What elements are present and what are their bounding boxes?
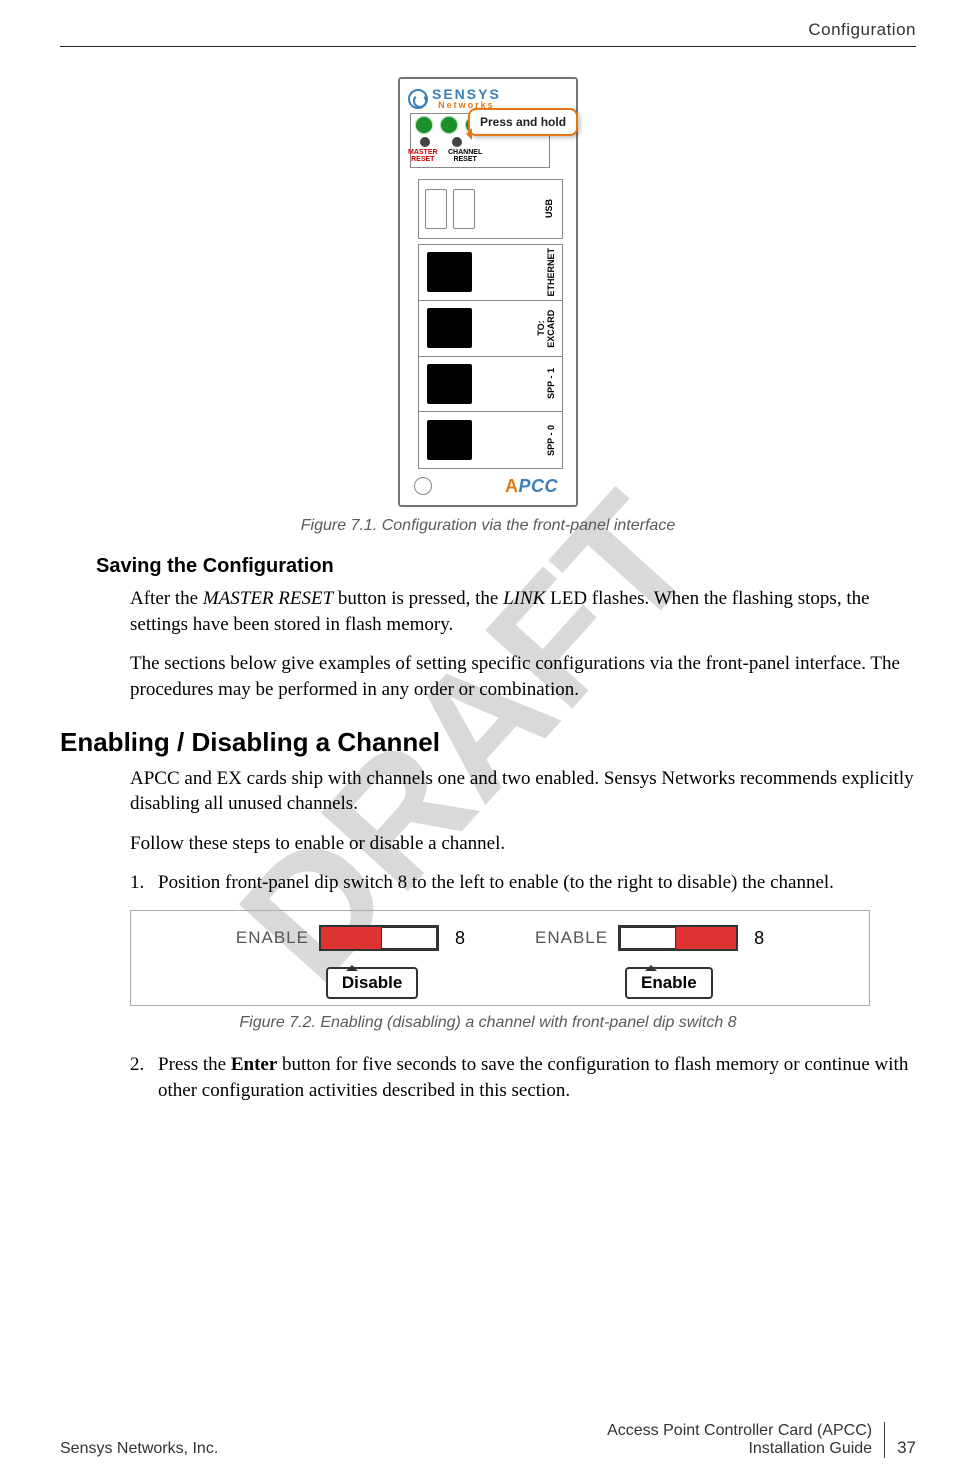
label-channel-reset: CHANNELRESET <box>448 149 482 163</box>
figure-7-2: ENABLE 8 Disable ENABLE 8 Enable <box>130 910 870 1006</box>
disable-tag: Disable <box>326 967 418 999</box>
figure-7-2-caption: Figure 7.2. Enabling (disabling) a chann… <box>60 1014 916 1032</box>
spp1-port[interactable] <box>427 364 472 404</box>
enable-label: ENABLE <box>535 928 608 948</box>
usb-label: USB <box>544 199 554 218</box>
figure-7-1-caption: Figure 7.1. Configuration via the front-… <box>60 517 916 535</box>
excard-port[interactable] <box>427 308 472 348</box>
paragraph: Follow these steps to enable or disable … <box>130 831 916 857</box>
spp0-label: SPP - 0 <box>546 425 556 456</box>
logo-text-line1: SENSYS <box>432 87 501 101</box>
footer-doc-subtitle: Installation Guide <box>607 1440 872 1458</box>
excard-label: TO: EXCARD <box>536 301 556 356</box>
apcc-logo: APCC <box>505 476 558 497</box>
footer-company: Sensys Networks, Inc. <box>60 1440 218 1458</box>
ethernet-port[interactable] <box>427 252 472 292</box>
sensys-logo-icon <box>408 89 428 109</box>
dip-switch-enable[interactable] <box>618 925 738 951</box>
step-1: 1. Position front-panel dip switch 8 to … <box>130 870 916 896</box>
ethernet-label: ETHERNET <box>546 248 556 297</box>
device-front-panel: SENSYS Networks MASTERRESET <box>398 77 578 507</box>
spp1-label: SPP - 1 <box>546 368 556 399</box>
figure-7-1: SENSYS Networks MASTERRESET <box>60 77 916 535</box>
header-section: Configuration <box>60 20 916 46</box>
switch-number: 8 <box>455 928 465 949</box>
switch-number: 8 <box>754 928 764 949</box>
led-indicator <box>416 117 432 133</box>
spp0-port[interactable] <box>427 420 472 460</box>
press-and-hold-callout: Press and hold <box>468 108 578 136</box>
enable-tag: Enable <box>625 967 713 999</box>
page-footer: Sensys Networks, Inc. Access Point Contr… <box>60 1422 916 1458</box>
heading-saving-config: Saving the Configuration <box>96 555 916 578</box>
label-master-reset: MASTERRESET <box>408 149 438 163</box>
dip-switch-disable[interactable] <box>319 925 439 951</box>
page-number: 37 <box>885 1438 916 1458</box>
step-2: 2. Press the Enter button for five secon… <box>130 1052 916 1103</box>
paragraph: The sections below give examples of sett… <box>130 651 916 702</box>
heading-enable-disable: Enabling / Disabling a Channel <box>60 727 916 758</box>
footer-doc-title: Access Point Controller Card (APCC) <box>607 1422 872 1440</box>
header-rule <box>60 46 916 47</box>
paragraph: After the MASTER RESET button is pressed… <box>130 586 916 637</box>
paragraph: APCC and EX cards ship with channels one… <box>130 766 916 817</box>
enable-label: ENABLE <box>236 928 309 948</box>
mounting-hole-icon <box>414 477 432 495</box>
led-indicator <box>441 117 457 133</box>
master-reset-button[interactable] <box>420 137 430 147</box>
